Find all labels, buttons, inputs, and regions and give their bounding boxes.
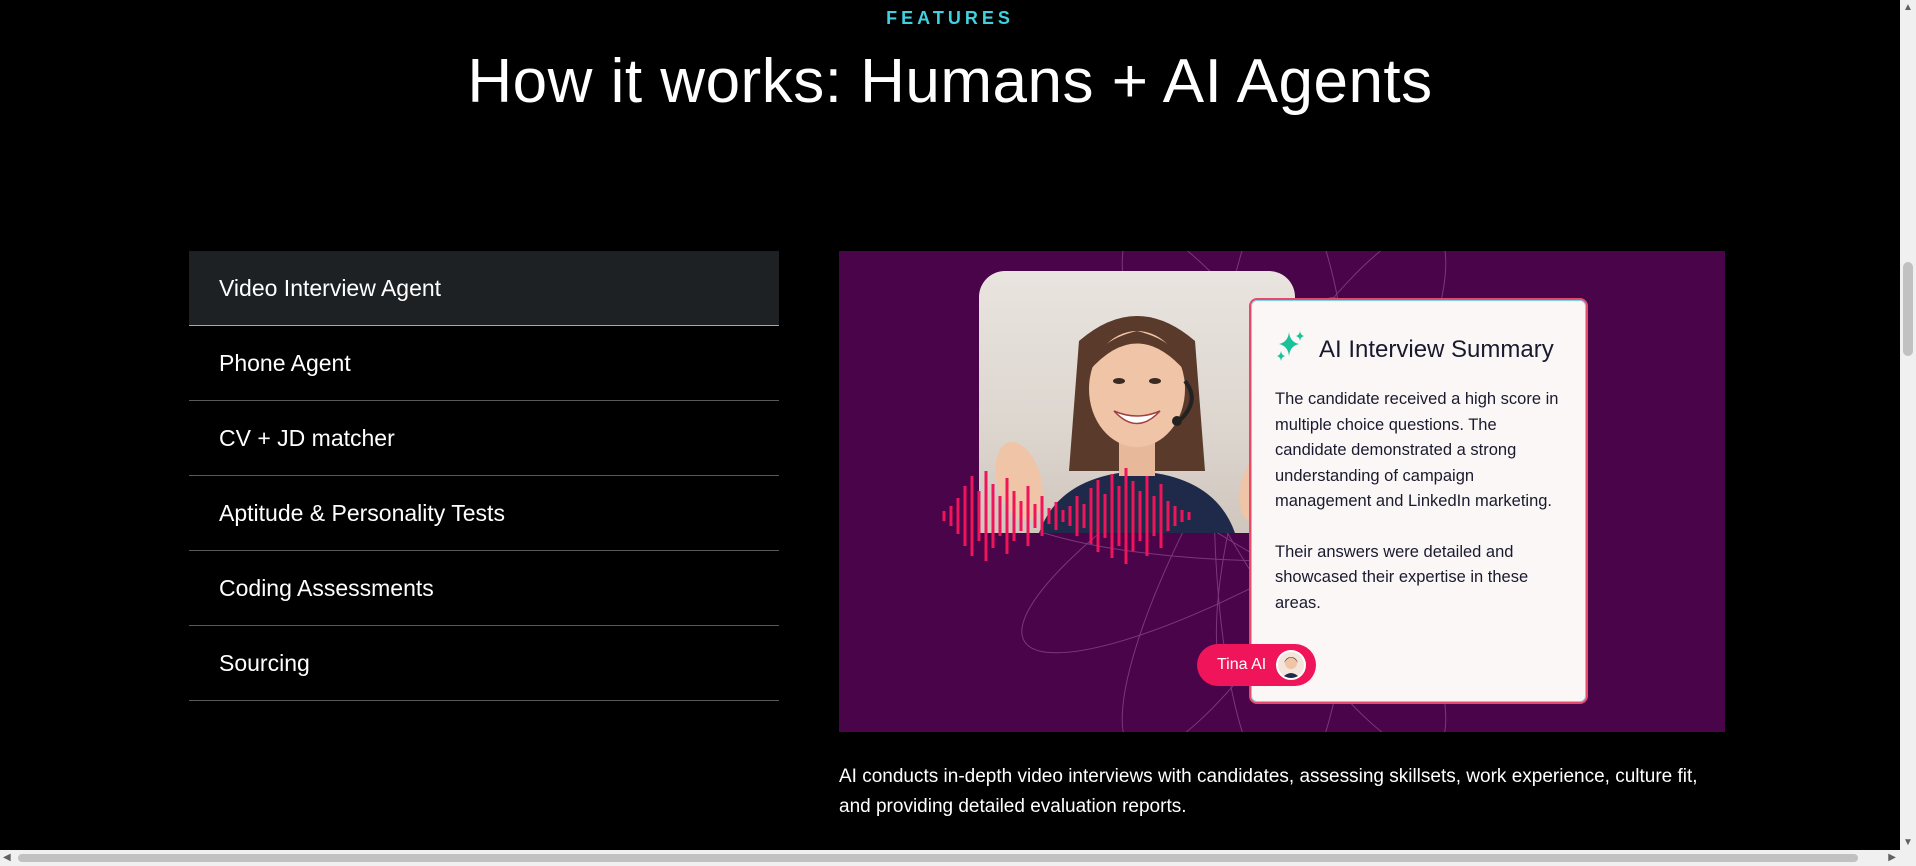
tab-sourcing[interactable]: Sourcing: [189, 626, 779, 701]
agent-badge: Tina AI: [1197, 644, 1317, 686]
tab-phone-agent[interactable]: Phone Agent: [189, 326, 779, 401]
agent-avatar: [1276, 650, 1307, 680]
summary-paragraph-2: Their answers were detailed and showcase…: [1275, 542, 1529, 612]
tab-cv-jd-matcher[interactable]: CV + JD matcher: [189, 401, 779, 476]
feature-tab-list: Video Interview Agent Phone Agent CV + J…: [189, 251, 779, 701]
scroll-up-icon[interactable]: ▲: [1903, 2, 1913, 13]
vertical-scrollbar[interactable]: ▲ ▼: [1900, 0, 1916, 850]
summary-paragraph-1: The candidate received a high score in m…: [1275, 390, 1559, 510]
horizontal-scrollbar[interactable]: ◀ ▶: [0, 850, 1916, 866]
horizontal-scroll-thumb[interactable]: [18, 854, 1858, 862]
summary-title: AI Interview Summary: [1319, 335, 1554, 363]
section-eyebrow: FEATURES: [886, 8, 1014, 28]
ai-summary-card: AI Interview Summary The candidate recei…: [1249, 298, 1588, 704]
feature-description: AI conducts in-depth video interviews wi…: [839, 766, 1698, 817]
agent-name: Tina AI: [1217, 656, 1267, 673]
tab-coding-assessments[interactable]: Coding Assessments: [189, 551, 779, 626]
vertical-scroll-thumb[interactable]: [1903, 262, 1913, 356]
scroll-left-icon[interactable]: ◀: [3, 852, 11, 863]
scroll-right-icon[interactable]: ▶: [1888, 852, 1896, 863]
audio-waveform: [942, 468, 1191, 564]
section-headline: How it works: Humans + AI Agents: [467, 47, 1433, 116]
tab-video-interview-agent[interactable]: Video Interview Agent: [189, 251, 779, 326]
sparkle-icon: [1275, 330, 1307, 369]
feature-illustration: AI Interview Summary The candidate recei…: [839, 251, 1725, 732]
tab-aptitude-personality-tests[interactable]: Aptitude & Personality Tests: [189, 476, 779, 551]
scroll-down-icon[interactable]: ▼: [1903, 837, 1913, 848]
